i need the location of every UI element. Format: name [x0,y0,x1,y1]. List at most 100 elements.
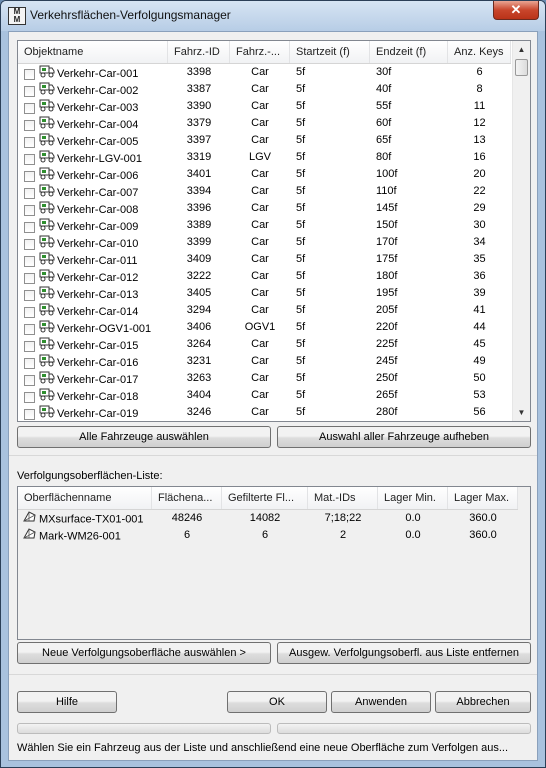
vehicle-type-cell: Car [251,117,269,129]
add-tracking-surface-button[interactable]: Neue Verfolgungsoberfläche auswählen > [17,642,271,664]
vehicle-checkbox[interactable] [24,408,35,420]
vehicle-checkbox[interactable] [24,289,35,301]
vehicle-checkbox[interactable] [24,170,35,182]
col-mat-ids-header[interactable]: Mat.-IDs [308,487,378,509]
vehicle-icon [39,166,55,183]
vehicle-checkbox[interactable] [24,272,35,284]
vehicle-row[interactable]: Verkehr-Car-016 3231 Car 5f 245f 49 [18,353,511,370]
vehicle-checkbox[interactable] [24,136,35,148]
select-all-vehicles-button[interactable]: Alle Fahrzeuge auswählen [17,426,271,448]
vehicle-icon [39,183,55,200]
vehicle-row[interactable]: Verkehr-Car-009 3389 Car 5f 150f 30 [18,217,511,234]
vehicle-end-cell: 110f [376,185,397,197]
remove-tracking-surface-button[interactable]: Ausgew. Verfolgungsoberfl. aus Liste ent… [277,642,531,664]
vehicle-checkbox[interactable] [24,68,35,80]
col-lager-min-header[interactable]: Lager Min. [378,487,448,509]
vehicle-checkbox[interactable] [24,238,35,250]
vehicle-row[interactable]: Verkehr-Car-001 3398 Car 5f 30f 6 [18,64,511,81]
vehicle-row[interactable]: Verkehr-Car-012 3222 Car 5f 180f 36 [18,268,511,285]
vehicle-checkbox[interactable] [24,323,35,335]
vehicle-keys-cell: 12 [473,117,486,129]
vehicle-row[interactable]: Verkehr-Car-002 3387 Car 5f 40f 8 [18,81,511,98]
help-button[interactable]: Hilfe [17,691,117,713]
vehicle-checkbox[interactable] [24,153,35,165]
vehicle-checkbox[interactable] [24,374,35,386]
vehicle-row[interactable]: Verkehr-Car-005 3397 Car 5f 65f 13 [18,132,511,149]
vehicle-id-cell: 3404 [186,389,212,401]
vehicle-checkbox[interactable] [24,187,35,199]
vehicle-checkbox[interactable] [24,357,35,369]
cancel-button[interactable]: Abbrechen [435,691,531,713]
col-endzeit-header[interactable]: Endzeit (f) [370,41,448,63]
vehicle-checkbox[interactable] [24,102,35,114]
col-fahrz-id-header[interactable]: Fahrz.-ID [168,41,230,63]
vehicle-end-cell: 265f [376,389,398,401]
vehicle-row[interactable]: Verkehr-Car-019 3246 Car 5f 280f 56 [18,404,511,421]
vehicle-checkbox[interactable] [24,340,35,352]
vehicle-checkbox[interactable] [24,391,35,403]
title-bar[interactable]: M M Verkehrsflächen-Verfolgungsmanager ✕ [1,1,545,31]
vehicle-checkbox[interactable] [24,204,35,216]
col-startzeit-header[interactable]: Startzeit (f) [290,41,370,63]
vehicle-id-cell: 3394 [186,185,212,197]
vehicle-row[interactable]: Verkehr-Car-008 3396 Car 5f 145f 29 [18,200,511,217]
vehicle-checkbox[interactable] [24,119,35,131]
vehicle-checkbox[interactable] [24,85,35,97]
vehicle-row[interactable]: Verkehr-LGV-001 3319 LGV 5f 80f 16 [18,149,511,166]
scroll-up-arrow-icon[interactable]: ▲ [513,41,530,58]
col-objektname-header[interactable]: Objektname [18,41,168,63]
vehicle-list-header: Objektname Fahrz.-ID Fahrz.-... Startzeit (… [18,41,511,64]
vehicle-row[interactable]: Verkehr-Car-003 3390 Car 5f 55f 11 [18,98,511,115]
deselect-all-vehicles-button[interactable]: Auswahl aller Fahrzeuge aufheben [277,426,531,448]
vehicle-row[interactable]: Verkehr-Car-018 3404 Car 5f 265f 53 [18,387,511,404]
vehicle-end-cell: 30f [376,66,392,78]
vehicle-row[interactable]: Verkehr-Car-006 3401 Car 5f 100f 20 [18,166,511,183]
vehicle-start-cell: 5f [296,83,306,95]
col-oberflaechenname-header[interactable]: Oberflächenname [18,487,152,509]
close-button[interactable]: ✕ [493,1,539,20]
scroll-down-arrow-icon[interactable]: ▼ [513,404,530,421]
vehicle-end-cell: 175f [376,253,398,265]
vehicle-row[interactable]: Verkehr-Car-017 3263 Car 5f 250f 50 [18,370,511,387]
surface-row[interactable]: Mark-WM26-001 6 6 2 0.0 360.0 [18,527,530,544]
vehicle-row[interactable]: Verkehr-Car-010 3399 Car 5f 170f 34 [18,234,511,251]
col-fahrz-typ-header[interactable]: Fahrz.-... [230,41,290,63]
vehicle-type-cell: Car [251,134,269,146]
vehicle-row[interactable]: Verkehr-Car-015 3264 Car 5f 225f 45 [18,336,511,353]
vehicle-id-cell: 3387 [186,83,212,95]
vehicle-name: Verkehr-Car-019 [57,407,139,420]
vehicle-id-cell: 3405 [186,287,212,299]
vehicle-end-cell: 180f [376,270,398,282]
vehicle-start-cell: 5f [296,389,306,401]
vehicle-row[interactable]: Verkehr-Car-007 3394 Car 5f 110f 22 [18,183,511,200]
scroll-thumb[interactable] [515,59,528,76]
col-gefilterte-flaechen-header[interactable]: Gefilterte Fl... [222,487,308,509]
vehicle-row[interactable]: Verkehr-Car-011 3409 Car 5f 175f 35 [18,251,511,268]
progress-bar-right [277,723,531,734]
col-lager-max-header[interactable]: Lager Max. [448,487,518,509]
surface-list-label: Verfolgungsoberflächen-Liste: [17,470,163,482]
col-flaechenanzahl-header[interactable]: Flächena... [152,487,222,509]
vehicle-checkbox[interactable] [24,221,35,233]
vehicle-type-cell: Car [251,66,269,78]
vehicle-checkbox[interactable] [24,306,35,318]
ok-button[interactable]: OK [227,691,327,713]
vehicle-list[interactable]: Objektname Fahrz.-ID Fahrz.-... Startzeit (… [17,40,531,422]
surface-min-cell: 0.0 [405,512,421,524]
vehicle-name: Verkehr-Car-017 [57,373,139,386]
vehicle-row[interactable]: Verkehr-Car-013 3405 Car 5f 195f 39 [18,285,511,302]
vehicle-start-cell: 5f [296,372,306,384]
col-anz-keys-header[interactable]: Anz. Keys [448,41,511,63]
vehicle-list-scrollbar[interactable]: ▲ ▼ [512,41,530,421]
tracking-surface-list[interactable]: Oberflächenname Flächena... Gefilterte Fl.… [17,486,531,640]
vehicle-icon [39,115,55,132]
surface-max-cell: 360.0 [469,529,497,541]
vehicle-type-cell: Car [251,253,269,265]
vehicle-row[interactable]: Verkehr-Car-014 3294 Car 5f 205f 41 [18,302,511,319]
surface-row[interactable]: MXsurface-TX01-001 48246 14082 7;18;22 0.0 36… [18,510,530,527]
vehicle-checkbox[interactable] [24,255,35,267]
vehicle-keys-cell: 36 [473,270,486,282]
apply-button[interactable]: Anwenden [331,691,431,713]
vehicle-row[interactable]: Verkehr-Car-004 3379 Car 5f 60f 12 [18,115,511,132]
vehicle-row[interactable]: Verkehr-OGV1-001 3406 OGV1 5f 220f 44 [18,319,511,336]
